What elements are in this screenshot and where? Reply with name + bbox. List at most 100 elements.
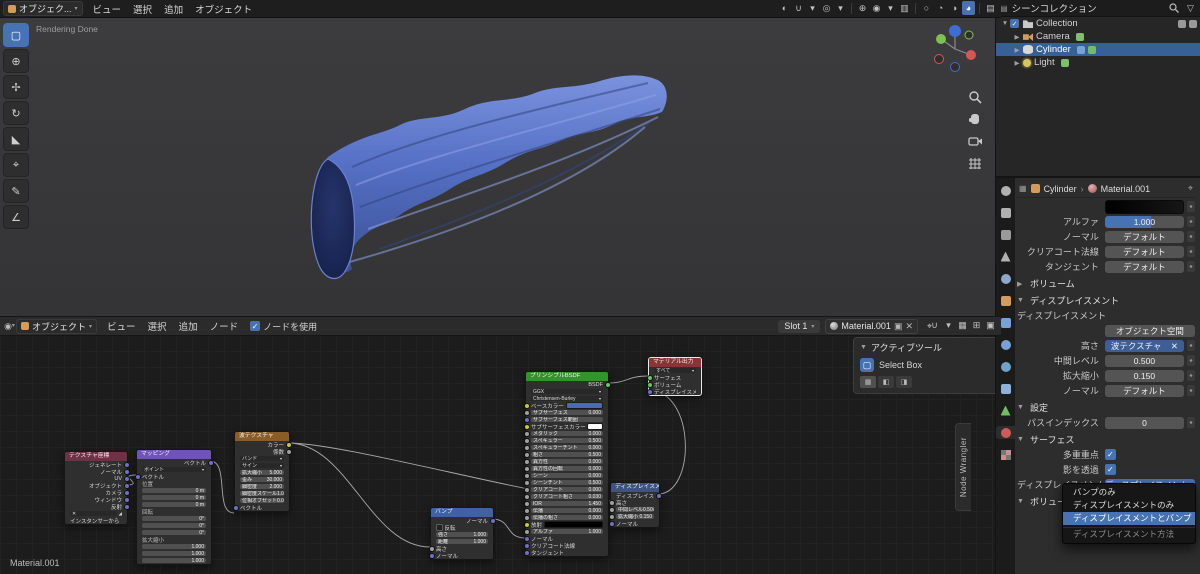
node-value-field[interactable]: 中間レベル0.500: [616, 506, 654, 513]
node-value-field[interactable]: 異方性の回転 0.000: [531, 465, 603, 472]
node-value-field[interactable]: 強さ 1.000: [436, 531, 488, 538]
node-editor-menu-0[interactable]: ビュー: [101, 318, 142, 334]
toggle-grid-icon[interactable]: [967, 155, 983, 171]
input-socket[interactable]: [523, 430, 530, 437]
node-dropdown[interactable]: すべて ▾: [654, 367, 696, 374]
node-value-field[interactable]: 0 m: [142, 487, 206, 494]
input-socket[interactable]: [646, 388, 653, 395]
output-socket[interactable]: [123, 468, 130, 475]
section-設定[interactable]: ▼ 設定: [1017, 401, 1195, 414]
collapse-arrow-icon[interactable]: ▼: [1000, 20, 1010, 27]
node-value-field[interactable]: アルファ 1.000: [531, 528, 603, 535]
gizmo-x-axis[interactable]: [966, 50, 976, 60]
search-icon[interactable]: [1167, 1, 1180, 15]
input-socket[interactable]: [523, 500, 530, 507]
editor-type-icon[interactable]: ◉ ▾: [3, 319, 16, 333]
active-tool-current[interactable]: ▢ Select Box: [860, 358, 992, 372]
select-ノーマル[interactable]: デフォルト: [1104, 230, 1184, 243]
viewport-menu-2[interactable]: 追加: [158, 1, 189, 17]
node-dropdown[interactable]: バンド ▾: [240, 455, 284, 462]
expand-arrow-icon[interactable]: ▶: [1012, 46, 1022, 54]
snap-dropdown[interactable]: ▾: [942, 318, 955, 332]
outliner-row-collection[interactable]: ▼ ✓ Collection: [996, 17, 1200, 30]
output-socket[interactable]: [123, 475, 130, 482]
node-value-field[interactable]: 0 m: [142, 501, 206, 508]
node-mapping[interactable]: マッピング ベクトル ポイント ▾ ベクトル 位置 0 m0 m0 m 回転 0° 0° 0° 拡大縮…: [134, 449, 214, 565]
node-value-field[interactable]: 1.000: [142, 557, 206, 564]
chevron-down-icon[interactable]: ▼: [860, 344, 867, 351]
value-中間レベル[interactable]: 0.500: [1104, 354, 1184, 367]
world-tab[interactable]: [996, 272, 1015, 285]
move-tool[interactable]: ✢: [3, 75, 29, 99]
texture-tab[interactable]: [996, 448, 1015, 461]
height-texture-link[interactable]: 波テクスチャ ✕: [1104, 339, 1184, 352]
outliner-row-camera[interactable]: ▶ Camera: [996, 30, 1200, 43]
overlap-icon[interactable]: ▦: [956, 318, 969, 332]
node-value-field[interactable]: 粗さ 0.500: [531, 451, 603, 458]
new-material-icon[interactable]: ▣: [894, 321, 903, 332]
filter-icon[interactable]: ▽: [1184, 1, 1197, 15]
material-selector[interactable]: Material.001 ▣ ✕: [825, 318, 918, 334]
scene-tab[interactable]: [996, 250, 1015, 263]
physics-tab[interactable]: [996, 360, 1015, 373]
unlink-icon[interactable]: ✕: [1171, 340, 1178, 352]
annotate-tool[interactable]: ✎: [3, 179, 29, 203]
section-サーフェス[interactable]: ▼ サーフェス: [1017, 433, 1195, 446]
node-value-field[interactable]: 細密度スケール1.000: [240, 490, 284, 497]
node-output[interactable]: マテリアル出力すべて▾サーフェスボリュームディスプレイスメント: [646, 357, 702, 396]
node-dropdown[interactable]: Christensen-Burley ▾: [531, 395, 603, 402]
node-title[interactable]: プリンシプルBSDF: [526, 372, 608, 381]
node-bump[interactable]: バンプ ノーマル 反転 強さ 1.000 距離 1.000 高さ ノーマル: [428, 507, 496, 560]
outliner-editor-icon[interactable]: ▤: [1000, 4, 1008, 13]
editor-options-icon[interactable]: ▤: [984, 1, 997, 15]
snap-magnet-icon[interactable]: ∪: [792, 1, 805, 15]
section-ディスプレイスメント[interactable]: ▼ ディスプレイスメント: [1017, 294, 1195, 307]
checkbox-多重重点[interactable]: ✓: [1104, 449, 1116, 460]
zoom-icon[interactable]: [967, 89, 983, 105]
clear-icon[interactable]: ✕: [72, 511, 76, 517]
input-socket[interactable]: [523, 451, 530, 458]
snap-dropdown[interactable]: ▾: [806, 1, 819, 15]
breadcrumb-material[interactable]: Material.001: [1101, 184, 1151, 194]
keyframe-dot-button[interactable]: [1187, 216, 1195, 227]
keyframe-dot-button[interactable]: [1187, 385, 1195, 396]
input-socket[interactable]: [523, 507, 530, 514]
camera-data-icon[interactable]: [1075, 32, 1084, 41]
node-value-field[interactable]: 1.000: [142, 550, 206, 557]
screen-toggle-icon[interactable]: [1178, 19, 1186, 28]
gizmo-z-axis[interactable]: [949, 25, 961, 37]
navigation-gizmo[interactable]: [927, 21, 983, 77]
camera-view-icon[interactable]: [967, 133, 983, 149]
constraint-tab[interactable]: [996, 382, 1015, 395]
rotate-tool[interactable]: ↻: [3, 101, 29, 125]
node-value-field[interactable]: 異方性 0.000: [531, 458, 603, 465]
node-disp[interactable]: ディスプレイスメントディスプレイスメント高さ中間レベル0.500拡大縮小0.15…: [608, 482, 662, 528]
overlay-toggle-icon[interactable]: ◉: [870, 1, 883, 15]
properties-editor-icon[interactable]: ▦: [1019, 184, 1027, 193]
select-box-tool[interactable]: ▢: [3, 23, 29, 47]
input-socket[interactable]: [523, 479, 530, 486]
value-パスインデックス[interactable]: 0: [1104, 416, 1184, 429]
input-socket[interactable]: [523, 437, 530, 444]
node-dropdown[interactable]: サイン ▾: [240, 462, 284, 469]
input-socket[interactable]: [608, 499, 615, 506]
select-ノーマル[interactable]: デフォルト: [1104, 384, 1184, 397]
output-socket[interactable]: [207, 459, 214, 466]
node-value-field[interactable]: クリアコート 0.000: [531, 486, 603, 493]
input-socket[interactable]: [428, 545, 435, 552]
output-socket[interactable]: [123, 496, 130, 503]
node-value-field[interactable]: 0 m: [142, 494, 206, 501]
select-オブジェクト空間[interactable]: オブジェクト空間: [1104, 324, 1195, 337]
node-value-field[interactable]: IOR 1.450: [531, 500, 603, 507]
checkbox-影を透過[interactable]: ✓: [1104, 464, 1116, 475]
output-socket[interactable]: [123, 489, 130, 496]
input-socket[interactable]: [523, 528, 530, 535]
input-socket[interactable]: [523, 521, 530, 528]
input-socket[interactable]: [523, 493, 530, 500]
input-socket[interactable]: [523, 486, 530, 493]
node-checkbox[interactable]: [436, 524, 443, 531]
node-value-field[interactable]: 拡大縮小 0.150: [616, 513, 654, 520]
wrench-icon[interactable]: [1076, 45, 1085, 54]
node-value-field[interactable]: 0°: [142, 529, 206, 536]
input-socket[interactable]: [523, 402, 530, 409]
